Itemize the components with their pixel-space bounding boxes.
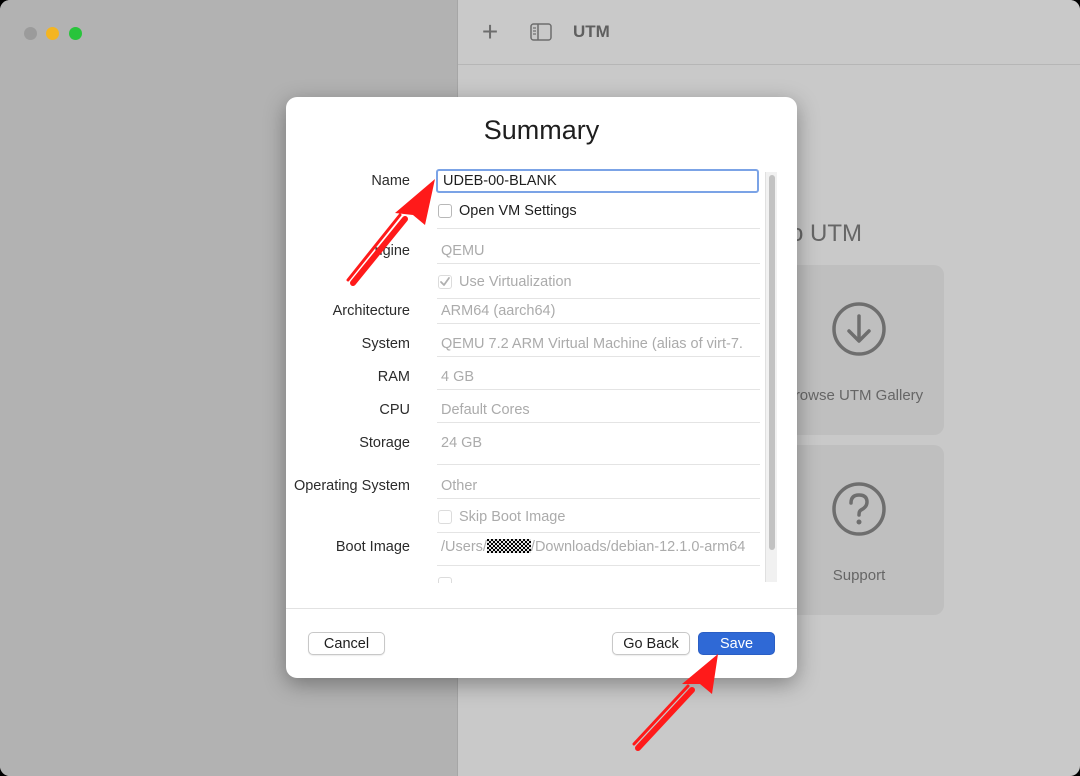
- question-circle-icon: [832, 482, 886, 536]
- form-scrollbar[interactable]: [765, 172, 777, 582]
- sidebar-toggle-icon[interactable]: [530, 23, 552, 41]
- annotation-arrow-icon: [346, 179, 435, 286]
- toolbar: + UTM: [458, 0, 1080, 65]
- storage-label: Storage: [359, 435, 410, 451]
- annotation-arrow-icon: [632, 654, 718, 751]
- system-value: QEMU 7.2 ARM Virtual Machine (alias of v…: [441, 336, 743, 352]
- close-window-button[interactable]: [24, 27, 37, 40]
- operating-system-label: Operating System: [293, 478, 410, 494]
- footer-divider: [286, 608, 797, 609]
- welcome-text: o UTM: [790, 220, 862, 247]
- boot-image-path-prefix: /Users/: [441, 539, 487, 555]
- open-vm-settings-label: Open VM Settings: [459, 203, 577, 219]
- divider: [437, 228, 760, 229]
- divider: [437, 565, 760, 566]
- toolbar-title: UTM: [573, 22, 610, 41]
- boot-image-path: /Users/ /Downloads/debian-12.1.0-arm64: [441, 539, 760, 555]
- divider: [437, 356, 760, 357]
- download-circle-icon: [832, 302, 886, 356]
- minimize-window-button[interactable]: [46, 27, 59, 40]
- divider: [437, 532, 760, 533]
- architecture-value: ARM64 (aarch64): [441, 303, 556, 319]
- cancel-button[interactable]: Cancel: [308, 632, 385, 655]
- ram-value: 4 GB: [441, 369, 475, 385]
- dialog-title: Summary: [483, 115, 600, 145]
- zoom-window-button[interactable]: [69, 27, 82, 40]
- scrollbar-thumb[interactable]: [769, 175, 775, 550]
- divider: [437, 422, 760, 423]
- skip-boot-image-label: Skip Boot Image: [459, 509, 566, 525]
- system-label: System: [361, 336, 410, 352]
- name-input[interactable]: [436, 169, 759, 193]
- cpu-label: CPU: [379, 402, 410, 418]
- engine-value: QEMU: [441, 243, 485, 259]
- divider: [437, 389, 760, 390]
- ram-label: RAM: [377, 369, 410, 385]
- divider: [437, 323, 760, 324]
- partial-checkbox[interactable]: [438, 577, 452, 583]
- architecture-label: Architecture: [332, 303, 410, 319]
- support-tile[interactable]: Support: [774, 445, 944, 615]
- storage-value: 24 GB: [441, 435, 483, 451]
- utm-window: + UTM o UTM rowse UTM Gallery Support Su…: [0, 0, 1080, 776]
- divider: [437, 498, 760, 499]
- divider: [437, 263, 760, 264]
- divider: [437, 464, 760, 465]
- redacted-username: [486, 539, 531, 553]
- boot-image-path-suffix: /Downloads/debian-12.1.0-arm64: [530, 539, 746, 555]
- use-virtualization-label: Use Virtualization: [459, 274, 572, 290]
- operating-system-value: Other: [441, 478, 478, 494]
- browse-gallery-tile[interactable]: rowse UTM Gallery: [774, 265, 944, 435]
- divider: [437, 298, 760, 299]
- plus-icon[interactable]: +: [480, 16, 500, 48]
- boot-image-label: Boot Image: [335, 539, 410, 555]
- skip-boot-image-checkbox[interactable]: [438, 510, 452, 524]
- cpu-value: Default Cores: [441, 402, 530, 418]
